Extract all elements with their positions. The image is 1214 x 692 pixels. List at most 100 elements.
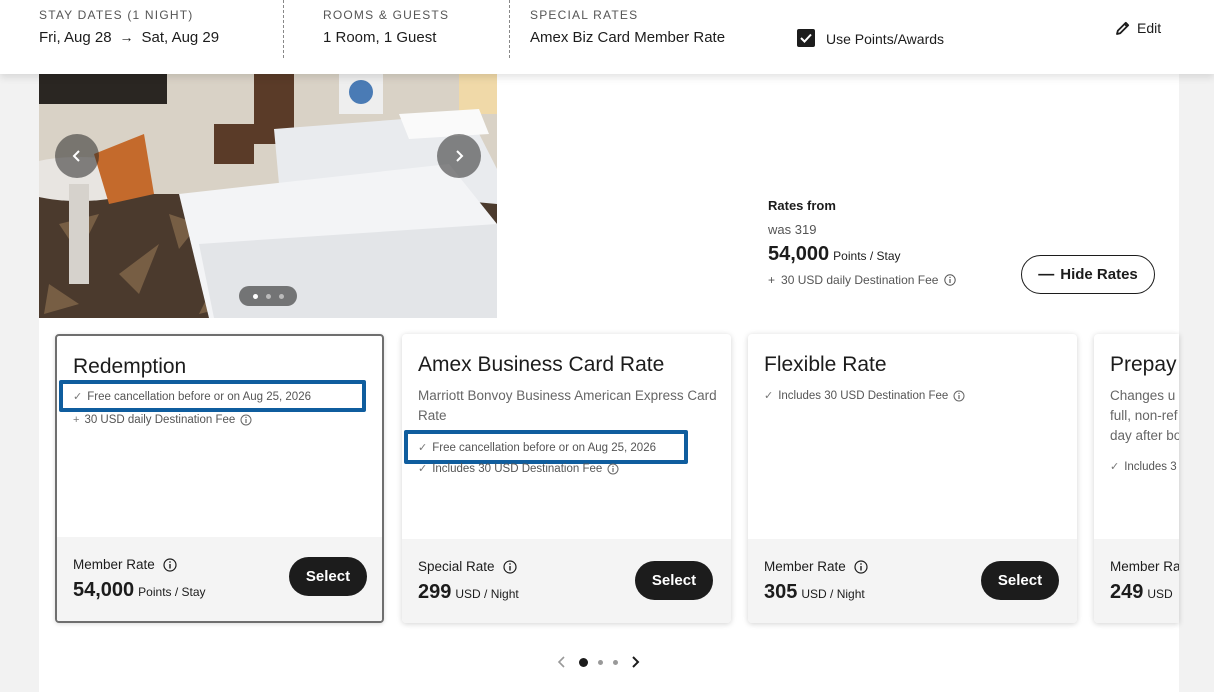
photo-dot[interactable] — [265, 293, 271, 299]
rate-card-prepay[interactable]: Prepay Changes u full, non-ref day after… — [1094, 334, 1179, 623]
rate-title: Flexible Rate — [764, 353, 887, 376]
info-icon[interactable] — [163, 557, 177, 572]
desc-line: Changes u — [1110, 388, 1176, 403]
select-button[interactable]: Select — [635, 561, 713, 600]
rate-type-label: Member Rate — [764, 559, 846, 574]
check-out-date: Sat, Aug 29 — [141, 29, 220, 46]
edit-button[interactable]: Edit — [1115, 18, 1161, 38]
cancellation-policy: ✓ Free cancellation before or on Aug 25,… — [418, 441, 656, 455]
rate-description: Marriott Bonvoy Business American Expres… — [418, 388, 717, 423]
rate-description: Changes u full, non-ref day after bo — [1110, 386, 1179, 446]
chevron-left-icon[interactable] — [555, 655, 569, 669]
rate-footer: Special Rate 299 USD / Night Select — [402, 539, 731, 623]
rate-card-amex-business[interactable]: Amex Business Card Rate Marriott Bonvoy … — [402, 334, 731, 623]
price-unit: USD — [1147, 587, 1173, 601]
rate-price: 54,000 Points / Stay — [73, 579, 206, 602]
rate-footer: Member Rate 305 USD / Night Select — [748, 539, 1077, 623]
search-summary-bar: STAY DATES (1 NIGHT) Fri, Aug 28 → Sat, Au… — [0, 0, 1214, 74]
plus-icon: + — [768, 273, 776, 287]
room-card: Rates from was 319 54,000 Points / Stay +… — [39, 74, 1179, 692]
price-unit: USD / Night — [801, 587, 865, 601]
select-button[interactable]: Select — [289, 557, 367, 596]
fee-text: Includes 30 USD Destination Fee — [778, 389, 949, 402]
rate-price: 299 USD / Night — [418, 581, 519, 604]
rate-title: Amex Business Card Rate — [418, 353, 665, 376]
chevron-left-icon — [72, 150, 80, 162]
check-icon: ✓ — [1110, 461, 1120, 473]
info-icon[interactable] — [953, 390, 965, 402]
info-icon[interactable] — [944, 274, 957, 286]
rate-type: Member Rate — [73, 557, 177, 572]
rate-footer: Member Rate 54,000 Points / Stay Select — [57, 537, 382, 621]
check-in-date: Fri, Aug 28 — [39, 29, 112, 46]
rate-type: Member Ra — [1110, 559, 1179, 574]
edit-label: Edit — [1137, 20, 1162, 36]
chevron-right-icon[interactable] — [628, 655, 642, 669]
special-rates-value[interactable]: Amex Biz Card Member Rate — [530, 29, 725, 46]
stay-dates-value[interactable]: Fri, Aug 28 → Sat, Aug 29 — [39, 29, 219, 46]
rate-title: Redemption — [73, 355, 187, 378]
rate-cards-pagination — [555, 652, 642, 672]
page-dot[interactable] — [613, 659, 618, 665]
page-dot[interactable] — [598, 659, 603, 665]
was-price: was 319 — [768, 222, 817, 237]
special-rates-label: SPECIAL RATES — [530, 8, 639, 22]
arrow-right-icon: → — [119, 29, 134, 45]
info-icon[interactable] — [502, 559, 517, 574]
room-photo-carousel[interactable] — [39, 74, 497, 318]
chevron-right-icon — [456, 150, 464, 162]
rate-type-label: Member Rate — [73, 557, 155, 572]
destination-fee: + 30 USD daily Destination Fee — [768, 273, 957, 287]
rooms-guests-label: ROOMS & GUESTS — [323, 8, 450, 22]
fee-text: 30 USD daily Destination Fee — [84, 414, 236, 426]
rate-type-label: Special Rate — [418, 559, 495, 574]
cancellation-text: Free cancellation before or on Aug 25, 2… — [87, 390, 311, 403]
info-icon[interactable] — [854, 559, 868, 574]
destination-fee: ✓ Includes 3 — [1110, 460, 1177, 474]
rate-type: Special Rate — [418, 559, 517, 574]
price-value: 54,000 — [768, 243, 830, 265]
cancellation-text: Free cancellation before or on Aug 25, 2… — [432, 441, 656, 454]
pencil-icon — [1116, 21, 1130, 35]
fee-text: 30 USD daily Destination Fee — [781, 273, 939, 287]
rate-type-label: Member Ra — [1110, 559, 1179, 574]
photo-prev-button[interactable] — [55, 134, 99, 178]
rate-card-flexible[interactable]: Flexible Rate ✓ Includes 30 USD Destinat… — [748, 334, 1077, 623]
use-points-label[interactable]: Use Points/Awards — [826, 31, 944, 47]
select-button[interactable]: Select — [981, 561, 1059, 600]
price-value: 305 — [764, 581, 798, 603]
rate-price: 249 USD — [1110, 581, 1173, 604]
desc-line: day after bo — [1110, 428, 1179, 443]
check-icon: ✓ — [418, 463, 428, 475]
rate-type: Member Rate — [764, 559, 868, 574]
price-unit: Points / Stay — [138, 585, 206, 599]
hide-rates-button[interactable]: — Hide Rates — [1021, 255, 1155, 294]
rate-card-redemption[interactable]: Redemption ✓ Free cancellation before or… — [55, 334, 384, 623]
photo-next-button[interactable] — [437, 134, 481, 178]
destination-fee: ✓ Includes 30 USD Destination Fee — [418, 462, 619, 475]
photo-pagination[interactable] — [239, 286, 297, 306]
rate-title: Prepay — [1110, 353, 1177, 376]
info-icon[interactable] — [240, 414, 252, 426]
check-icon — [800, 33, 812, 43]
photo-dot-active[interactable] — [252, 293, 258, 299]
info-icon[interactable] — [607, 463, 619, 475]
price-value: 299 — [418, 581, 452, 603]
use-points-checkbox[interactable] — [797, 29, 815, 47]
price-unit: Points / Stay — [833, 249, 901, 263]
stay-dates-label: STAY DATES (1 NIGHT) — [39, 8, 194, 22]
page-dot-active[interactable] — [579, 657, 588, 667]
room-photo — [39, 74, 497, 318]
desc-line: full, non-ref — [1110, 408, 1178, 423]
destination-fee: + 30 USD daily Destination Fee — [73, 414, 252, 426]
destination-fee: ✓ Includes 30 USD Destination Fee — [764, 389, 965, 402]
cancellation-policy: ✓ Free cancellation before or on Aug 25,… — [73, 390, 311, 404]
price-unit: USD / Night — [455, 587, 519, 601]
check-icon: ✓ — [73, 391, 83, 403]
price-value: 54,000 — [73, 579, 135, 601]
photo-dot[interactable] — [278, 293, 284, 299]
rooms-guests-value[interactable]: 1 Room, 1 Guest — [323, 29, 436, 46]
check-icon: ✓ — [764, 390, 774, 402]
fee-text: Includes 3 — [1124, 460, 1177, 473]
price-value: 249 — [1110, 581, 1144, 603]
